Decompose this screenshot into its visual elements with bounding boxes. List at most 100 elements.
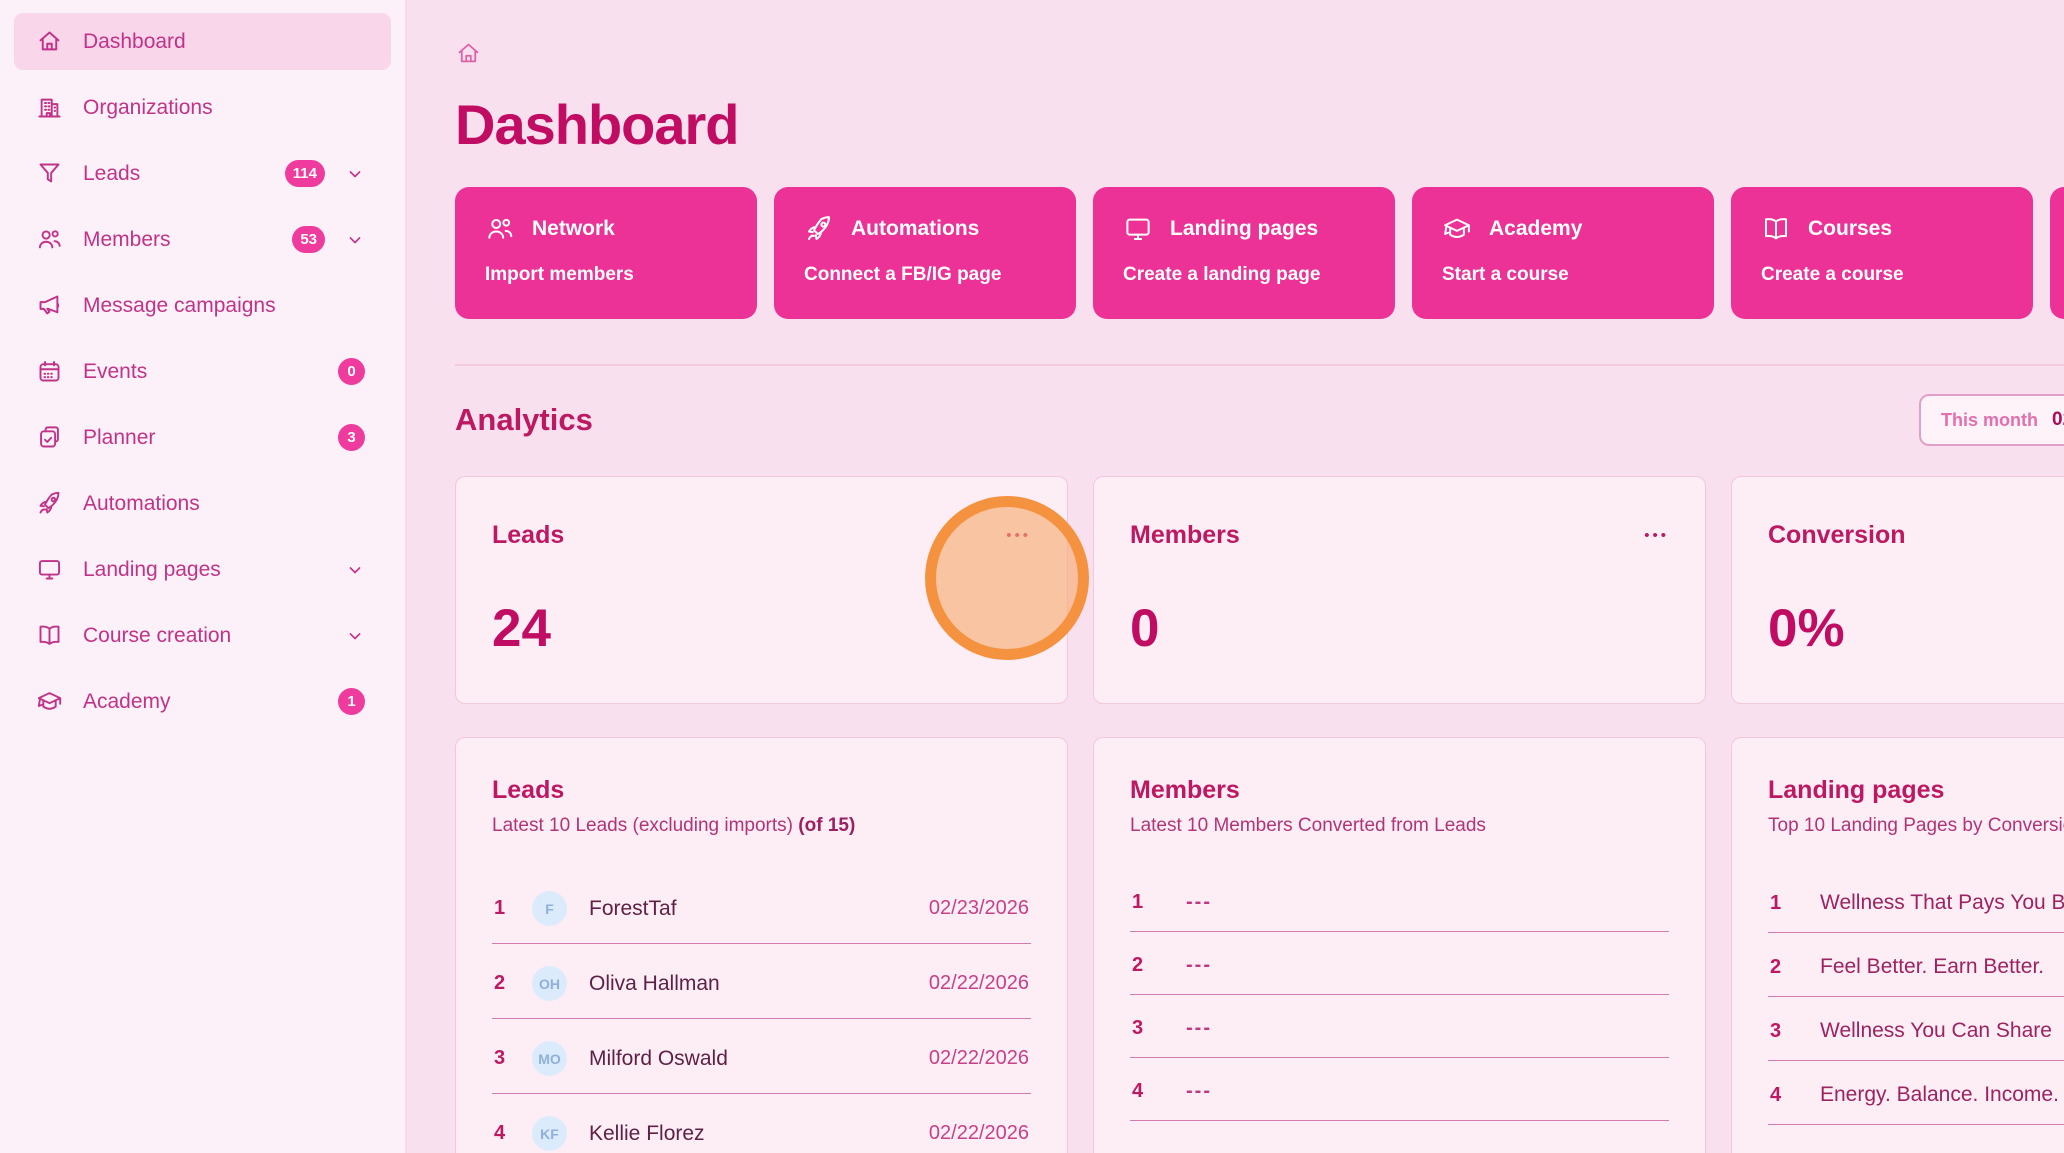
quick-action-landing-pages[interactable]: Landing pages Create a landing page	[1093, 187, 1395, 319]
sidebar-item-label: Leads	[83, 162, 265, 186]
sidebar-item-label: Members	[83, 228, 272, 252]
sidebar-item-label: Landing pages	[83, 558, 325, 582]
users-icon	[36, 226, 63, 253]
stat-value: 0	[1130, 598, 1669, 659]
sidebar-item-automations[interactable]: Automations	[14, 475, 391, 532]
sidebar-item-label: Organizations	[83, 96, 365, 120]
sidebar-item-message-campaigns[interactable]: Message campaigns	[14, 277, 391, 334]
open-book-icon	[1761, 214, 1791, 244]
lead-row[interactable]: 4 KF Kellie Florez 02/22/2026	[492, 1106, 1031, 1153]
sidebar-item-events[interactable]: Events 0	[14, 343, 391, 400]
sidebar-item-planner[interactable]: Planner 3	[14, 409, 391, 466]
avatar: F	[532, 891, 567, 926]
stat-value: 0%	[1768, 598, 2064, 659]
period-value: 02/0	[2052, 409, 2064, 431]
sidebar-item-label: Academy	[83, 690, 318, 714]
chevron-down-icon[interactable]	[345, 164, 365, 184]
landing-page-row[interactable]: 1 Wellness That Pays You Back	[1768, 881, 2064, 933]
member-row[interactable]: 2 ---	[1130, 944, 1669, 995]
list-title: Leads	[492, 776, 1031, 805]
breadcrumb-home-icon[interactable]	[455, 40, 482, 67]
list-subtitle: Latest 10 Members Converted from Leads	[1130, 815, 1669, 837]
home-icon	[36, 28, 63, 55]
list-title: Landing pages	[1768, 776, 2064, 805]
rocket-icon	[804, 214, 834, 244]
lead-row[interactable]: 3 MO Milford Oswald 02/22/2026	[492, 1031, 1031, 1094]
landing-page-row[interactable]: 4 Energy. Balance. Income.	[1768, 1073, 2064, 1125]
landing-page-row[interactable]: 3 Wellness You Can Share	[1768, 1009, 2064, 1061]
stat-card-conversion: Conversion 0%	[1731, 476, 2064, 704]
ellipsis-menu-icon[interactable]: •••	[1644, 531, 1669, 541]
stat-title: Members	[1130, 521, 1240, 550]
funnel-icon	[36, 160, 63, 187]
quick-action-title: Academy	[1489, 217, 1582, 241]
graduation-cap-icon	[36, 688, 63, 715]
sidebar-item-academy[interactable]: Academy 1	[14, 673, 391, 730]
analytics-header: Analytics This month 02/0	[455, 394, 2064, 446]
academy-count-badge: 1	[338, 688, 365, 715]
ellipsis-menu-icon[interactable]: •••	[1006, 531, 1031, 541]
building-icon	[36, 94, 63, 121]
page-title: Dashboard	[455, 92, 2064, 157]
member-row[interactable]: 3 ---	[1130, 1007, 1669, 1058]
list-subtitle: Top 10 Landing Pages by Conversion	[1768, 815, 2064, 837]
sidebar: Dashboard Organizations Leads 114 Member…	[0, 0, 407, 1153]
landing-page-row[interactable]: 2 Feel Better. Earn Better.	[1768, 945, 2064, 997]
sidebar-item-course-creation[interactable]: Course creation	[14, 607, 391, 664]
avatar: KF	[532, 1116, 567, 1151]
sidebar-item-leads[interactable]: Leads 114	[14, 145, 391, 202]
breadcrumb	[455, 40, 2064, 72]
monitor-icon	[1123, 214, 1153, 244]
sidebar-item-landing-pages[interactable]: Landing pages	[14, 541, 391, 598]
sidebar-item-label: Events	[83, 360, 318, 384]
clipboard-check-icon	[36, 424, 63, 451]
quick-action-automations[interactable]: Automations Connect a FB/IG page	[774, 187, 1076, 319]
leads-count-badge: 114	[285, 160, 325, 187]
sidebar-item-label: Automations	[83, 492, 365, 516]
period-label: This month	[1941, 410, 2038, 431]
avatar: MO	[532, 1041, 567, 1076]
landing-pages-list-card: Landing pages Top 10 Landing Pages by Co…	[1731, 737, 2064, 1153]
lead-row[interactable]: 2 OH Oliva Hallman 02/22/2026	[492, 956, 1031, 1019]
chevron-down-icon[interactable]	[345, 230, 365, 250]
section-divider	[455, 364, 2064, 366]
rocket-icon	[36, 490, 63, 517]
sidebar-item-label: Message campaigns	[83, 294, 365, 318]
lead-row[interactable]: 1 F ForestTaf 02/23/2026	[492, 881, 1031, 944]
member-row[interactable]: 4 ---	[1130, 1070, 1669, 1121]
quick-actions-row: Network Import members Automations Conne…	[455, 187, 2064, 319]
lists-row: Leads Latest 10 Leads (excluding imports…	[455, 737, 2064, 1153]
quick-action-title: Landing pages	[1170, 217, 1318, 241]
quick-action-title: Courses	[1808, 217, 1892, 241]
leads-list-card: Leads Latest 10 Leads (excluding imports…	[455, 737, 1068, 1153]
app-window: Dashboard Organizations Leads 114 Member…	[0, 0, 2064, 1153]
period-selector[interactable]: This month 02/0	[1919, 394, 2064, 446]
quick-action-subtitle: Connect a FB/IG page	[804, 264, 1046, 286]
quick-action-subtitle: Import members	[485, 264, 727, 286]
members-list-card: Members Latest 10 Members Converted from…	[1093, 737, 1706, 1153]
list-title: Members	[1130, 776, 1669, 805]
quick-action-network[interactable]: Network Import members	[455, 187, 757, 319]
stat-card-leads: Leads ••• 24	[455, 476, 1068, 704]
quick-action-courses[interactable]: Courses Create a course	[1731, 187, 2033, 319]
chevron-down-icon[interactable]	[345, 626, 365, 646]
avatar: OH	[532, 966, 567, 1001]
sidebar-item-members[interactable]: Members 53	[14, 211, 391, 268]
sidebar-item-label: Dashboard	[83, 30, 365, 54]
graduation-cap-icon	[1442, 214, 1472, 244]
list-subtitle: Latest 10 Leads (excluding imports) (of …	[492, 815, 1031, 837]
quick-action-subtitle: Create a landing page	[1123, 264, 1365, 286]
main-content: Dashboard Network Import members Automat…	[407, 0, 2064, 1153]
events-count-badge: 0	[338, 358, 365, 385]
quick-action-academy[interactable]: Academy Start a course	[1412, 187, 1714, 319]
stat-title: Leads	[492, 521, 564, 550]
member-row[interactable]: 1 ---	[1130, 881, 1669, 932]
sidebar-item-organizations[interactable]: Organizations	[14, 79, 391, 136]
quick-action-partial[interactable]: C	[2050, 187, 2064, 319]
chevron-down-icon[interactable]	[345, 560, 365, 580]
sidebar-item-dashboard[interactable]: Dashboard	[14, 13, 391, 70]
stat-title: Conversion	[1768, 521, 1906, 550]
stats-row: Leads ••• 24 Members ••• 0 Conversion 0%	[455, 476, 2064, 704]
megaphone-icon	[36, 292, 63, 319]
members-count-badge: 53	[292, 226, 325, 253]
